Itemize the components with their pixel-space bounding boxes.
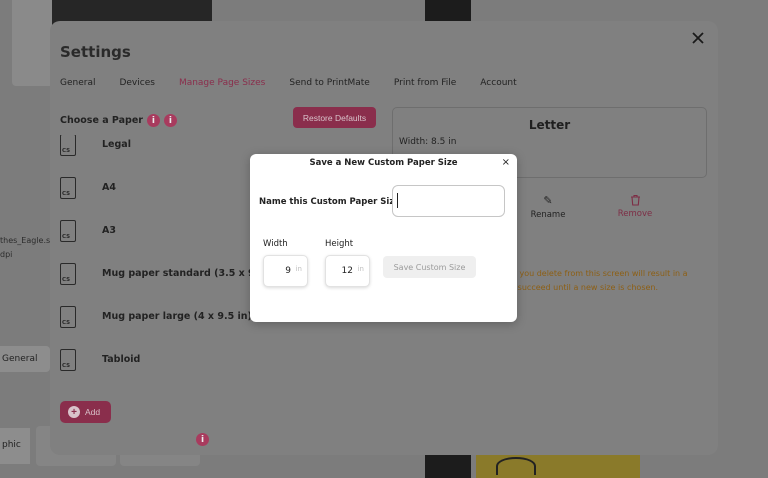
paper-name: Legal bbox=[102, 139, 131, 150]
tab-send-to-printmate[interactable]: Send to PrintMate bbox=[289, 78, 369, 88]
tab-manage-page-sizes[interactable]: Manage Page Sizes bbox=[179, 78, 265, 88]
document-icon: CS bbox=[60, 262, 76, 285]
list-item[interactable]: CS Mug paper standard (3.5 x 9.125 bbox=[60, 252, 260, 295]
close-icon[interactable]: × bbox=[502, 157, 510, 168]
paper-name: Mug paper standard (3.5 x 9.125 bbox=[102, 268, 260, 279]
settings-tabs: General Devices Manage Page Sizes Send t… bbox=[60, 78, 541, 88]
info-icon[interactable]: i bbox=[196, 433, 209, 446]
background-general-tab: General bbox=[0, 346, 50, 372]
rename-button[interactable]: ✎ Rename bbox=[523, 194, 573, 220]
add-paper-button[interactable]: + Add bbox=[60, 401, 111, 423]
paper-name: A3 bbox=[102, 225, 116, 236]
remove-button[interactable]: Remove bbox=[610, 194, 660, 219]
pencil-icon: ✎ bbox=[543, 194, 553, 207]
tab-devices[interactable]: Devices bbox=[119, 78, 154, 88]
warning-text: e you delete from this screen will resul… bbox=[512, 269, 688, 292]
tab-account[interactable]: Account bbox=[480, 78, 516, 88]
paper-list[interactable]: CS Legal CS A4 CS A3 CS Mug paper standa… bbox=[60, 135, 260, 391]
height-label: Height bbox=[325, 239, 354, 249]
restore-defaults-button[interactable]: Restore Defaults bbox=[293, 107, 376, 128]
list-item[interactable]: CS Legal bbox=[60, 135, 260, 166]
background-filename: thes_Eagle.sv bbox=[0, 236, 55, 245]
preview-title: Letter bbox=[528, 118, 571, 132]
height-field[interactable]: 12 in bbox=[325, 255, 370, 287]
document-icon: CS bbox=[60, 219, 76, 242]
paper-name: A4 bbox=[102, 182, 116, 193]
tab-general[interactable]: General bbox=[60, 78, 95, 88]
text-caret bbox=[397, 193, 398, 208]
height-unit: in bbox=[357, 265, 364, 273]
width-unit: in bbox=[295, 265, 302, 273]
list-item[interactable]: CS A3 bbox=[60, 209, 260, 252]
list-item[interactable]: CS A4 bbox=[60, 166, 260, 209]
custom-paper-size-dialog: Save a New Custom Paper Size × Name this… bbox=[250, 154, 517, 322]
width-value: 9 bbox=[285, 266, 291, 276]
paper-name: Mug paper large (4 x 9.5 in) bbox=[102, 311, 252, 322]
background-graphic-tab: phic bbox=[0, 428, 30, 464]
list-item[interactable]: CS Tabloid bbox=[60, 338, 260, 381]
document-icon: CS bbox=[60, 135, 76, 156]
width-field[interactable]: 9 in bbox=[263, 255, 308, 287]
choose-paper-label: Choose a Paper bbox=[60, 115, 143, 126]
document-icon: CS bbox=[60, 176, 76, 199]
document-icon: CS bbox=[60, 305, 76, 328]
height-value: 12 bbox=[341, 266, 353, 276]
dialog-title: Save a New Custom Paper Size bbox=[309, 158, 458, 168]
list-item[interactable]: CS Mug paper large (4 x 9.5 in) bbox=[60, 295, 260, 338]
trash-icon bbox=[630, 194, 640, 206]
add-label: Add bbox=[85, 407, 101, 417]
name-label: Name this Custom Paper Size: bbox=[259, 197, 404, 207]
background-dpi: dpi bbox=[0, 250, 13, 259]
list-item[interactable] bbox=[60, 381, 260, 391]
width-label: Width bbox=[263, 239, 288, 249]
preview-width: Width: 8.5 in bbox=[399, 137, 457, 147]
close-icon[interactable] bbox=[690, 30, 706, 46]
name-input[interactable] bbox=[392, 185, 505, 217]
choose-paper-heading: Choose a Paper i i bbox=[60, 114, 177, 127]
tab-print-from-file[interactable]: Print from File bbox=[394, 78, 456, 88]
rename-label: Rename bbox=[530, 210, 566, 220]
info-icon[interactable]: i bbox=[146, 114, 160, 127]
save-custom-size-button[interactable]: Save Custom Size bbox=[383, 256, 476, 278]
settings-title: Settings bbox=[60, 43, 131, 61]
info-icon[interactable]: i bbox=[163, 114, 177, 127]
plus-icon: + bbox=[68, 406, 80, 418]
document-icon: CS bbox=[60, 348, 76, 371]
background-artwork bbox=[476, 455, 640, 478]
remove-label: Remove bbox=[617, 209, 653, 219]
paper-name: Tabloid bbox=[102, 354, 141, 365]
